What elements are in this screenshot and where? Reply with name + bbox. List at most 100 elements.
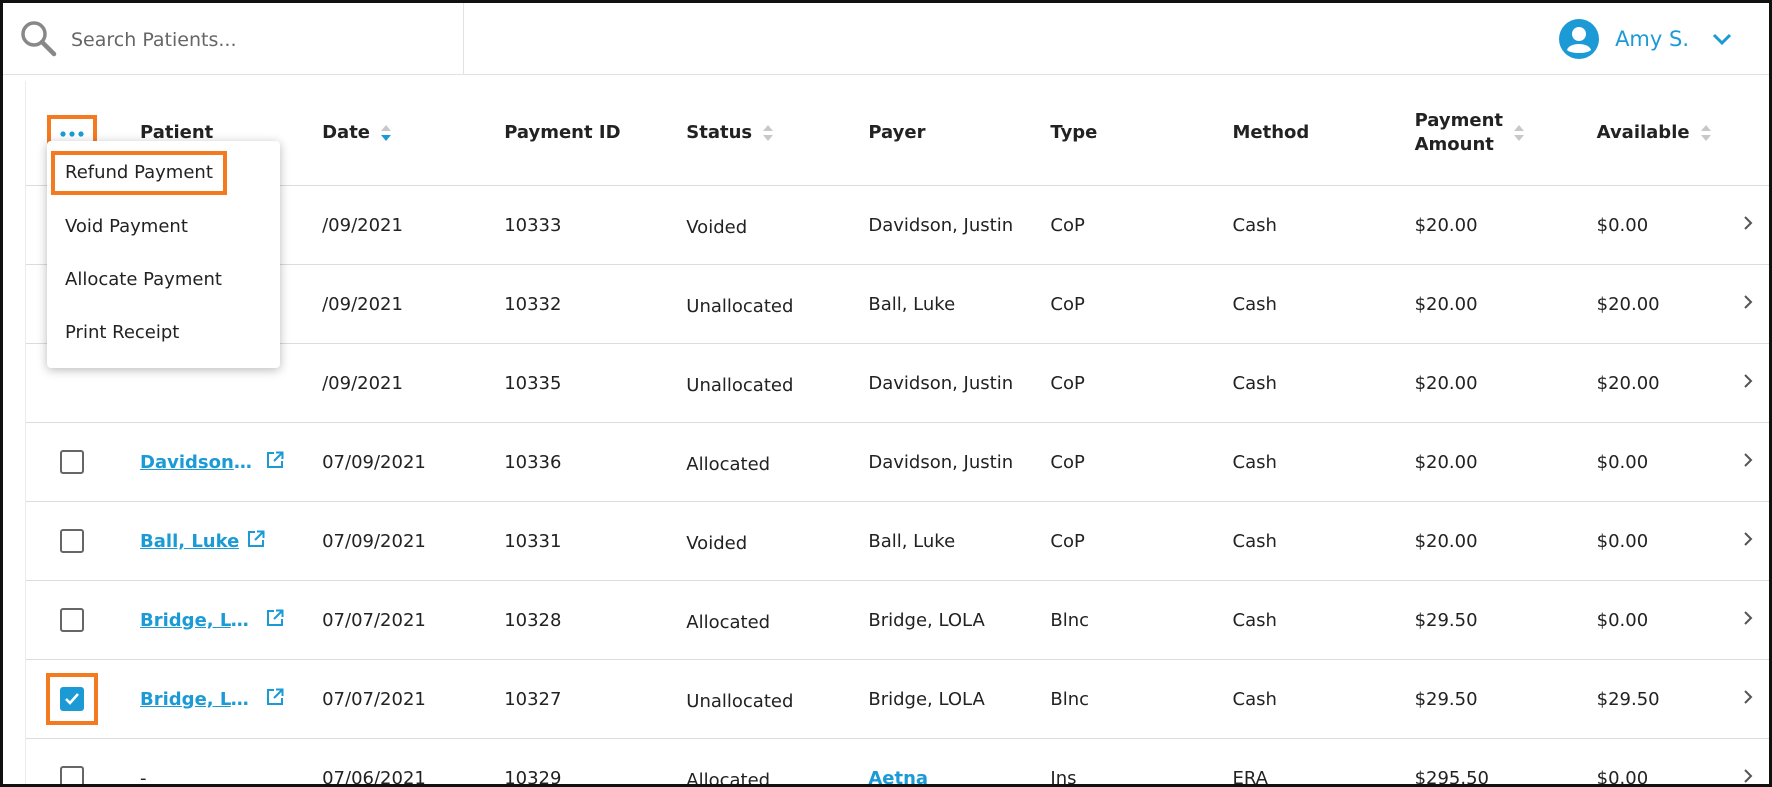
chevron-right-icon[interactable]	[1742, 451, 1754, 469]
menu-item-refund-payment[interactable]: Refund Payment	[51, 151, 227, 195]
method-cell: ERA	[1209, 738, 1392, 784]
payer-link[interactable]: Aetna	[868, 768, 928, 785]
selected-checkbox-highlight	[45, 673, 98, 725]
external-link-icon[interactable]	[266, 451, 284, 474]
type-cell: Ins	[1027, 738, 1210, 784]
available-cell: $0.00	[1573, 501, 1726, 581]
type-cell: CoP	[1027, 422, 1210, 502]
date-cell: 07/09/2021	[299, 422, 482, 502]
column-header-status[interactable]: Status	[663, 81, 846, 186]
payment-id-cell: 10327	[481, 659, 664, 739]
sort-icon[interactable]	[762, 124, 774, 142]
column-header-available[interactable]: Available	[1573, 81, 1726, 186]
patient-link[interactable]: Davidson, Ju...	[140, 452, 258, 473]
payment-amount-cell: $20.00	[1391, 185, 1574, 265]
table-row[interactable]: /09/2021 10332 Unallocated Ball, Luke CoP Cas…	[26, 264, 1769, 344]
column-header-date[interactable]: Date	[299, 81, 482, 186]
method-cell: Cash	[1209, 501, 1392, 581]
method-cell: Cash	[1209, 422, 1392, 502]
chevron-right-icon[interactable]	[1742, 530, 1754, 548]
payment-amount-cell: $20.00	[1391, 422, 1574, 502]
sort-descending-icon[interactable]	[380, 124, 392, 142]
table-row[interactable]: Davidson, Ju... 07/09/202110336AllocatedD…	[26, 422, 1769, 502]
payer-cell: Bridge, LOLA	[845, 659, 1028, 739]
search-icon[interactable]	[19, 19, 59, 59]
column-header-type: Type	[1027, 81, 1210, 186]
app-window: Amy S.	[0, 0, 1772, 787]
status-cell: Voided	[663, 185, 846, 265]
sort-icon[interactable]	[1513, 124, 1525, 142]
chevron-down-icon[interactable]	[1711, 32, 1733, 46]
payer-cell: Davidson, Justin	[845, 422, 1028, 502]
chevron-right-icon[interactable]	[1742, 609, 1754, 627]
row-checkbox[interactable]	[59, 529, 84, 553]
chevron-right-icon[interactable]	[1742, 688, 1754, 706]
status-cell: Unallocated	[663, 343, 846, 423]
type-cell: CoP	[1027, 185, 1210, 265]
sort-icon[interactable]	[1700, 124, 1712, 142]
status-cell: Voided	[663, 501, 846, 581]
row-actions-menu: Refund Payment Void Payment Allocate Pay…	[47, 141, 280, 368]
row-checkbox[interactable]	[59, 450, 84, 474]
header-label-payment-id: Payment ID	[504, 122, 621, 143]
date-cell: /09/2021	[299, 264, 482, 344]
table-row[interactable]: - 07/06/2021 10329 Allocated Aetna Ins ERA $295…	[26, 738, 1769, 785]
payment-amount-cell: $29.50	[1391, 580, 1574, 660]
chevron-right-icon[interactable]	[1742, 372, 1754, 390]
row-detail-cell	[1725, 580, 1769, 660]
payment-id-cell: 10331	[481, 501, 664, 581]
type-cell: CoP	[1027, 501, 1210, 581]
row-checkbox[interactable]	[59, 766, 84, 784]
patient-cell: Bridge, LOLA	[117, 659, 300, 739]
header-label-payment-line: Payment	[1414, 110, 1503, 131]
payment-amount-cell: $295.50	[1391, 738, 1574, 784]
status-cell: Unallocated	[663, 659, 846, 739]
payer-cell: Davidson, Justin	[845, 343, 1028, 423]
payment-id-cell: 10333	[481, 185, 664, 265]
row-detail-cell	[1725, 422, 1769, 502]
row-detail-cell	[1725, 738, 1769, 785]
search-bar	[3, 3, 464, 74]
menu-item-void-payment[interactable]: Void Payment	[65, 213, 188, 241]
menu-item-print-receipt[interactable]: Print Receipt	[65, 319, 179, 347]
user-menu[interactable]: Amy S.	[1559, 17, 1733, 61]
row-checkbox[interactable]	[59, 608, 84, 632]
row-detail-cell	[1725, 343, 1769, 423]
patient-link[interactable]: Bridge, LOLA	[140, 610, 258, 631]
available-cell: $0.00	[1573, 185, 1726, 265]
chevron-right-icon[interactable]	[1742, 767, 1754, 785]
date-cell: 07/07/2021	[299, 659, 482, 739]
table-body: /09/2021 10333 Voided Davidson, Justin CoP Ca…	[26, 185, 1769, 785]
chevron-right-icon[interactable]	[1742, 293, 1754, 311]
payments-table: Patient Date Payment ID Status Payer Typ…	[26, 81, 1769, 785]
payment-id-cell: 10329	[481, 738, 664, 784]
table-row[interactable]: Bridge, LOLA07/07/202110327UnallocatedBr…	[26, 659, 1769, 739]
table-row[interactable]: Bridge, LOLA07/07/202110328AllocatedBrid…	[26, 580, 1769, 660]
column-header-payment-amount[interactable]: Payment Amount	[1391, 81, 1574, 186]
external-link-icon[interactable]	[266, 609, 284, 632]
available-cell: $20.00	[1573, 264, 1726, 344]
table-row[interactable]: /09/2021 10335 Unallocated Davidson, Justin…	[26, 343, 1769, 423]
available-cell: $0.00	[1573, 738, 1726, 784]
patient-link[interactable]: Bridge, LOLA	[140, 689, 258, 710]
chevron-right-icon[interactable]	[1742, 214, 1754, 232]
table-row[interactable]: Ball, Luke 07/09/2021 10331 Voided Ball, Luk…	[26, 501, 1769, 581]
column-header-actions	[1725, 81, 1769, 186]
table-row[interactable]: /09/2021 10333 Voided Davidson, Justin CoP Ca…	[26, 185, 1769, 265]
row-select-cell	[26, 580, 118, 660]
row-select-cell	[26, 659, 118, 739]
date-cell: 07/09/2021	[299, 501, 482, 581]
patient-link[interactable]: Ball, Luke	[140, 531, 239, 552]
external-link-icon[interactable]	[266, 688, 284, 711]
row-checkbox[interactable]	[59, 687, 84, 711]
more-horizontal-icon	[59, 130, 84, 137]
payer-cell: Bridge, LOLA	[845, 580, 1028, 660]
menu-item-allocate-payment[interactable]: Allocate Payment	[65, 266, 222, 294]
search-input[interactable]	[69, 23, 453, 57]
status-cell: Unallocated	[663, 264, 846, 344]
external-link-icon[interactable]	[247, 530, 265, 553]
available-cell: $29.50	[1573, 659, 1726, 739]
row-detail-cell	[1725, 264, 1769, 344]
row-select-cell	[26, 422, 118, 502]
payment-amount-cell: $29.50	[1391, 659, 1574, 739]
